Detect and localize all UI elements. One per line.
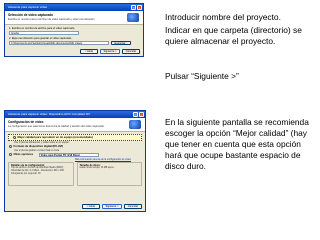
camera-logo-icon	[129, 120, 141, 129]
folder-path-input[interactable]: C:\Documents and Settings\Usuario\Mis do…	[9, 41, 109, 45]
instruction-step-1: Introducir nombre del proyecto.	[165, 12, 281, 22]
space-text: Cada minuto ocupa: 15 MB aprox.	[79, 167, 115, 169]
other-options-option[interactable]: Otras opciones Vídeo para Pocket PC (218…	[5, 152, 145, 157]
capture-wizard-name-dialog: Asistente para capturar vídeo ? × Selecc…	[4, 3, 144, 57]
cancel-button[interactable]: Cancelar	[124, 204, 142, 209]
wizard-header: Selección de vídeo capturado Escriba un …	[5, 11, 143, 25]
back-button[interactable]: < Atrás	[82, 204, 100, 209]
camera-logo-icon	[127, 13, 139, 22]
details-text: Tipo de archivo: Archivo de Windows Medi…	[11, 167, 66, 175]
wizard-header: Configuración de vídeo La configuración …	[5, 118, 145, 132]
close-button[interactable]: ×	[139, 112, 144, 117]
capture-wizard-settings-dialog: Asistente para capturar vídeo: Dispositi…	[4, 110, 146, 212]
browse-button[interactable]: Examinar...	[111, 41, 131, 45]
radio-icon	[9, 153, 12, 156]
more-info-link[interactable]: Más información acerca de la configuraci…	[5, 158, 145, 161]
help-button[interactable]: ?	[133, 112, 138, 117]
dialog-titlebar: Asistente para capturar vídeo ? ×	[5, 4, 143, 11]
wizard-heading: Selección de vídeo capturado	[8, 13, 53, 17]
settings-details-box: Detalles de la configuración: Tipo de ar…	[8, 162, 74, 186]
best-quality-option[interactable]: Mejor calidad para reproducir en mi equi…	[8, 134, 142, 141]
folder-label: 2. Elija una ubicación para guardar el v…	[9, 37, 72, 40]
radio-icon	[9, 145, 12, 148]
file-name-input[interactable]: prueba	[9, 31, 79, 35]
radio-selected-icon	[13, 136, 16, 139]
next-button[interactable]: Siguiente >	[100, 49, 120, 54]
back-button[interactable]: < Atrás	[80, 49, 98, 54]
disk-space-box: Tamaño de disco: Cada minuto ocupa: 15 M…	[76, 162, 142, 186]
best-quality-label: Mejor calidad para reproducir en mi equi…	[17, 136, 93, 139]
dv-avi-label: Formato de dispositivo digital (DV-AVI)	[13, 145, 64, 148]
help-button[interactable]: ?	[131, 5, 136, 10]
other-options-label: Otras opciones	[13, 153, 34, 156]
instruction-step-4: En la siguiente pantalla se recomienda e…	[165, 117, 309, 171]
instruction-step-2: Indicar en que carpeta (directorio) se q…	[165, 25, 302, 46]
dialog-titlebar: Asistente para capturar vídeo: Dispositi…	[5, 111, 145, 118]
other-options-select[interactable]: Vídeo para Pocket PC (218 Kbps)	[38, 152, 99, 157]
close-button[interactable]: ×	[137, 5, 142, 10]
wizard-subtitle: La configuración que seleccione determin…	[8, 125, 105, 128]
name-label: 1. Escriba un nombre de archivo para el …	[9, 27, 76, 30]
wizard-subtitle: Escriba un nombre para el archivo de víd…	[8, 18, 96, 21]
cancel-button[interactable]: Cancelar	[122, 49, 140, 54]
dialog-title: Asistente para capturar vídeo: Dispositi…	[8, 112, 91, 116]
wizard-heading: Configuración de vídeo	[8, 120, 44, 124]
dialog-title: Asistente para capturar vídeo	[8, 5, 48, 9]
instruction-step-3: Pulsar “Siguiente >”	[165, 71, 239, 81]
next-button[interactable]: Siguiente >	[102, 204, 122, 209]
